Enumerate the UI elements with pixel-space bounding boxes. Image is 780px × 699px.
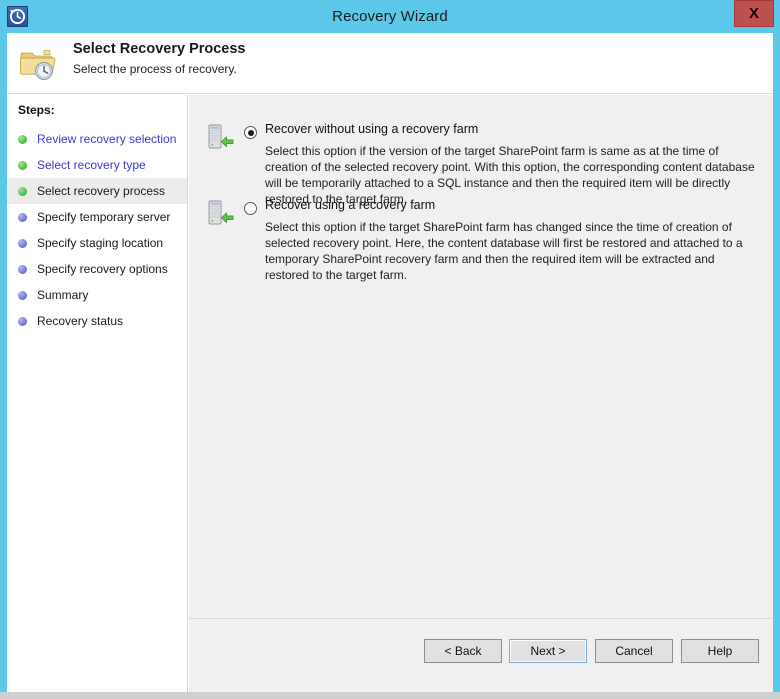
sidebar-item-recovery-status[interactable]: Recovery status — [7, 308, 187, 334]
wizard-button-bar: < Back Next > Cancel Help — [189, 620, 773, 692]
step-bullet-icon — [18, 264, 27, 274]
folder-clock-icon — [18, 44, 58, 82]
wizard-header: Select Recovery Process Select the proce… — [7, 33, 773, 94]
option-description: Select this option if the target SharePo… — [265, 220, 743, 282]
step-bullet-icon — [18, 160, 27, 170]
cancel-button[interactable]: Cancel — [595, 639, 673, 663]
sidebar-item-specify-recovery-options[interactable]: Specify recovery options — [7, 256, 187, 282]
radio-dot-icon — [247, 129, 254, 136]
recovery-process-options: Recover without using a recovery farm Se… — [189, 95, 773, 619]
server-restore-icon — [206, 199, 236, 229]
sidebar-item-label: Specify recovery options — [37, 262, 168, 276]
sidebar-item-label: Summary — [37, 288, 89, 302]
step-bullet-icon — [18, 186, 27, 196]
sidebar-item-summary[interactable]: Summary — [7, 282, 187, 308]
step-bullet-icon — [18, 316, 27, 326]
wizard-content: Recover without using a recovery farm Se… — [189, 95, 773, 692]
next-button[interactable]: Next > — [509, 639, 587, 663]
option-title[interactable]: Recover without using a recovery farm — [265, 122, 478, 136]
sidebar-item-select-recovery-process[interactable]: Select recovery process — [7, 178, 187, 204]
steps-heading: Steps: — [18, 103, 55, 117]
help-button[interactable]: Help — [681, 639, 759, 663]
sidebar-item-label: Specify staging location — [37, 236, 164, 250]
window-title: Recovery Wizard — [332, 8, 448, 25]
steps-sidebar: Steps: Review recovery selection Select … — [7, 95, 188, 692]
server-restore-icon — [206, 123, 236, 153]
radio-recover-using-farm[interactable] — [244, 202, 257, 215]
sidebar-item-label: Select recovery process — [37, 184, 166, 198]
radio-recover-without-farm[interactable] — [244, 126, 257, 139]
page-title: Select Recovery Process — [73, 41, 246, 57]
close-button[interactable]: X — [734, 0, 774, 27]
title-bar: Recovery Wizard X — [0, 0, 780, 33]
sidebar-item-specify-staging-location[interactable]: Specify staging location — [7, 230, 187, 256]
step-bullet-icon — [18, 212, 27, 222]
next-button-label: Next > — [530, 644, 566, 658]
sidebar-item-label: Recovery status — [37, 314, 124, 328]
step-bullet-icon — [18, 290, 27, 300]
sidebar-item-select-recovery-type[interactable]: Select recovery type — [7, 152, 187, 178]
recovery-wizard-window: Recovery Wizard X Select Recovery Proces… — [0, 0, 780, 699]
sidebar-item-specify-temporary-server[interactable]: Specify temporary server — [7, 204, 187, 230]
sidebar-item-review-recovery-selection[interactable]: Review recovery selection — [7, 126, 187, 152]
page-subtitle: Select the process of recovery. — [73, 62, 237, 76]
back-button[interactable]: < Back — [424, 639, 502, 663]
step-bullet-icon — [18, 134, 27, 144]
sidebar-item-label: Specify temporary server — [37, 210, 171, 224]
sidebar-item-label: Select recovery type — [37, 158, 146, 172]
window-bottom-edge — [0, 692, 780, 699]
sidebar-item-label: Review recovery selection — [37, 132, 177, 146]
wizard-client-area: Select Recovery Process Select the proce… — [7, 33, 773, 692]
steps-list: Review recovery selection Select recover… — [7, 126, 187, 334]
option-title[interactable]: Recover using a recovery farm — [265, 198, 435, 212]
step-bullet-icon — [18, 238, 27, 248]
